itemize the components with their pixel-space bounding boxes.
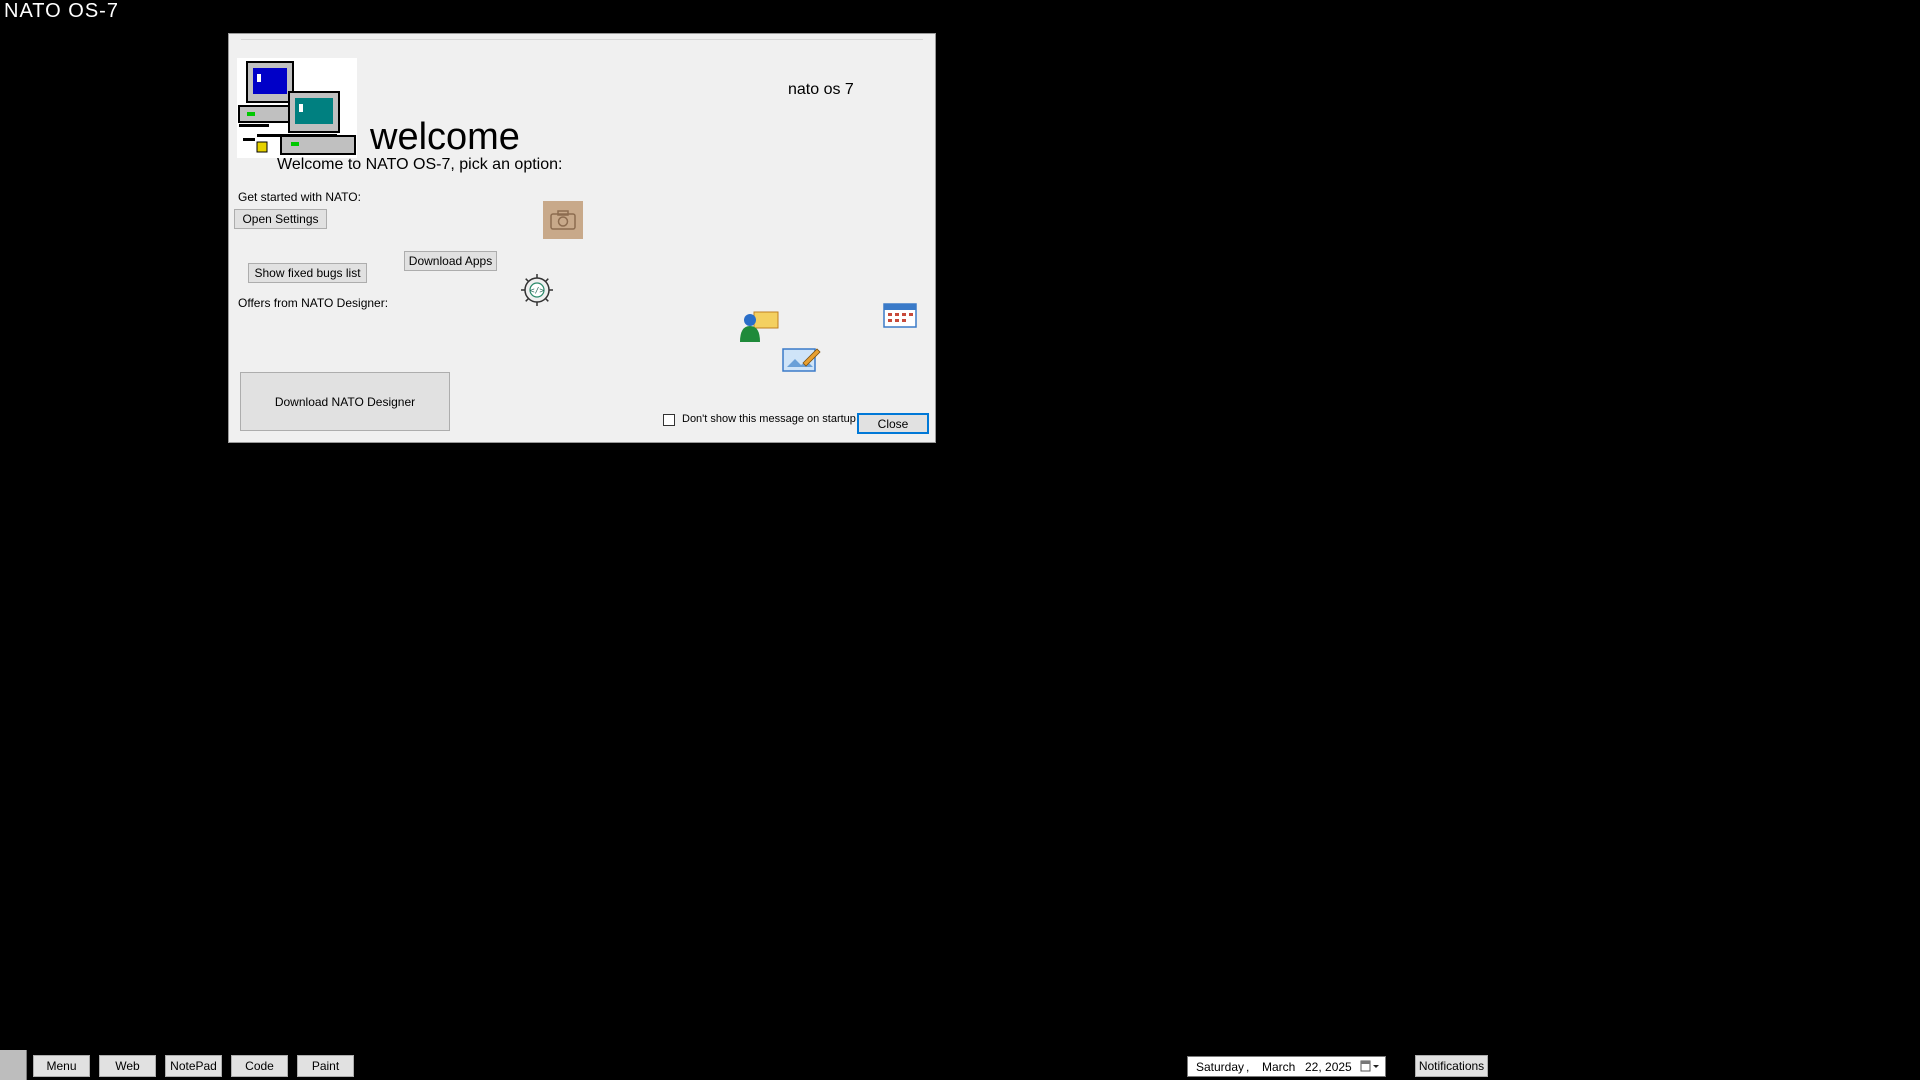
dont-show-label[interactable]: Don't show this message on startup (682, 413, 856, 425)
taskbar-menu-button[interactable]: Menu (33, 1055, 90, 1077)
taskbar-web-button[interactable]: Web (99, 1055, 156, 1077)
welcome-subtitle: Welcome to NATO OS-7, pick an option: (277, 156, 563, 173)
offers-label: Offers from NATO Designer: (238, 296, 389, 310)
user-presenter-icon[interactable] (738, 308, 780, 347)
os-title: NATO OS-7 (4, 0, 119, 22)
dialog-title-divider (241, 39, 923, 40)
date-picker[interactable]: Saturday , March 22, 2025 (1187, 1056, 1386, 1077)
date-separator: , (1246, 1060, 1250, 1074)
show-fixed-bugs-button[interactable]: Show fixed bugs list (248, 263, 367, 283)
taskbar-code-button[interactable]: Code (231, 1055, 288, 1077)
calendar-icon[interactable] (882, 301, 920, 334)
get-started-label: Get started with NATO: (238, 190, 361, 204)
edit-image-icon[interactable] (781, 343, 821, 380)
close-button[interactable]: Close (857, 413, 929, 434)
open-settings-button[interactable]: Open Settings (234, 209, 327, 229)
date-weekday: Saturday (1196, 1060, 1245, 1074)
date-month: March (1262, 1060, 1296, 1074)
taskbar-notepad-button[interactable]: NotePad (165, 1055, 222, 1077)
download-apps-button[interactable]: Download Apps (404, 251, 497, 271)
code-gear-icon[interactable]: </> (517, 270, 557, 310)
download-designer-button[interactable]: Download NATO Designer (240, 372, 450, 431)
camera-icon[interactable] (543, 201, 583, 239)
calendar-dropdown-icon[interactable] (1360, 1059, 1382, 1076)
taskbar-grip[interactable] (0, 1050, 27, 1080)
svg-text:</>: </> (530, 286, 545, 295)
brand-label: nato os 7 (788, 81, 854, 98)
welcome-heading: welcome (370, 116, 520, 158)
notifications-button[interactable]: Notifications (1415, 1055, 1488, 1077)
network-computers-icon (237, 58, 357, 158)
taskbar-paint-button[interactable]: Paint (297, 1055, 354, 1077)
dont-show-checkbox[interactable] (663, 414, 675, 426)
welcome-dialog: welcome Welcome to NATO OS-7, pick an op… (228, 33, 936, 443)
date-day-year: 22, 2025 (1305, 1060, 1352, 1074)
